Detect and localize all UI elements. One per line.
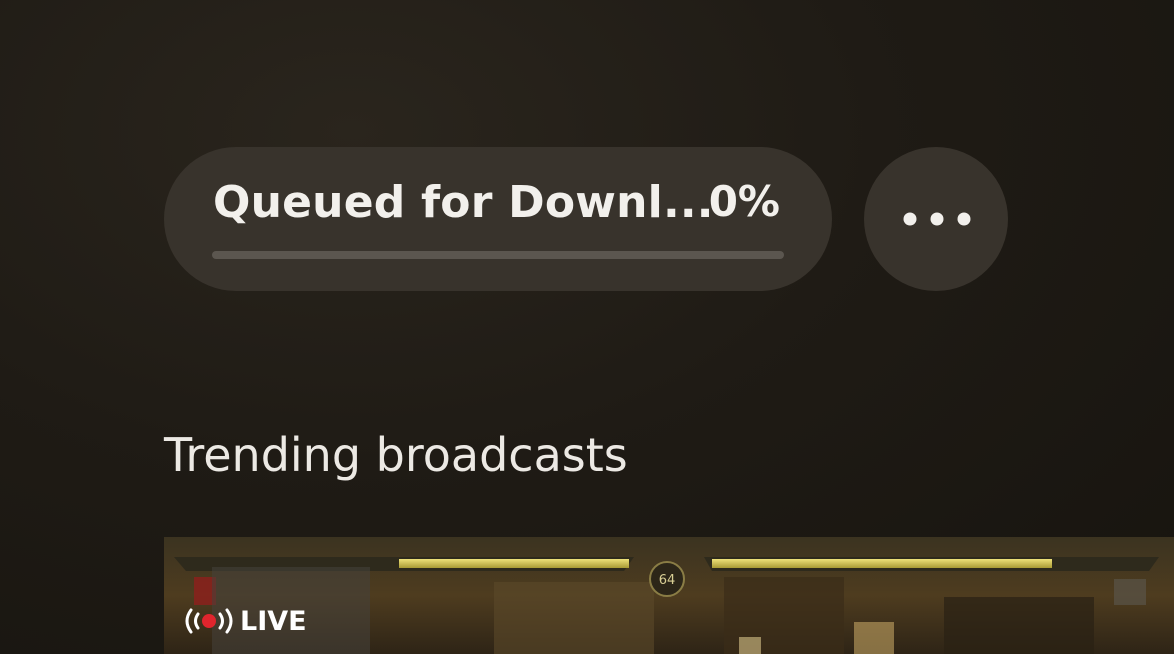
download-status-label: Queued for Downl...	[213, 177, 714, 228]
trending-broadcasts-heading: Trending broadcasts	[164, 428, 628, 482]
live-indicator: LIVE	[182, 605, 307, 637]
svg-text:64: 64	[659, 573, 676, 588]
live-label: LIVE	[240, 605, 307, 637]
broadcast-tile[interactable]: 64 LIVE	[164, 537, 1174, 654]
more-options-icon	[903, 212, 971, 226]
download-percent: 0%	[708, 177, 780, 226]
more-options-button[interactable]	[864, 147, 1008, 291]
broadcast-icon	[185, 608, 233, 634]
screen: Queued for Downl... 0% Trending broadcas…	[0, 0, 1174, 654]
download-status-button[interactable]: Queued for Downl... 0%	[164, 147, 832, 291]
download-progress-bar	[212, 251, 784, 259]
